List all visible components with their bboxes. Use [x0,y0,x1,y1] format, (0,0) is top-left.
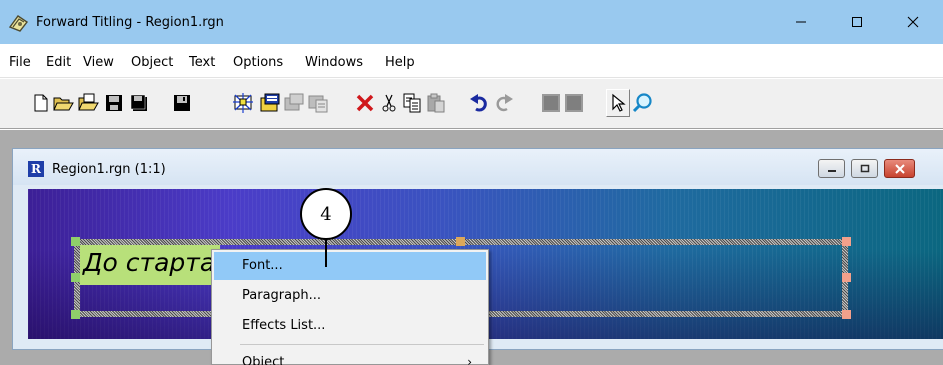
resize-handle-top-left[interactable] [71,237,80,246]
menu-help[interactable]: Help [385,55,415,70]
menu-separator [240,344,484,345]
child-close-button[interactable] [884,159,915,178]
menu-item-label: Effects List... [242,318,326,333]
title-text[interactable]: До старта [83,248,215,277]
save-button[interactable] [103,91,125,115]
child-restore-button[interactable] [851,159,878,178]
pointer-icon [612,93,626,112]
menu-item-object[interactable]: Object › [214,349,486,365]
menu-edit[interactable]: Edit [46,55,71,70]
resize-handle-top-right[interactable] [842,237,851,246]
title-bar[interactable]: Forward Titling - Region1.rgn [0,0,943,44]
menu-item-font[interactable]: Font... [214,252,486,280]
callout-pointer-line [325,240,327,267]
callout-number: 4 [320,203,332,225]
zoom-icon [632,93,652,113]
menu-item-effects-list[interactable]: Effects List... [214,312,486,340]
new-icon [34,94,48,112]
resize-handle-top-mid[interactable] [456,237,465,246]
menu-item-paragraph[interactable]: Paragraph... [214,282,486,310]
open-icon [53,97,74,111]
undo-icon [470,94,487,112]
chevron-right-icon: › [467,355,472,365]
paste-button[interactable] [425,91,447,115]
open-button[interactable] [53,91,75,115]
region-window-titlebar[interactable]: R Region1.rgn (1:1) [13,149,943,185]
restore-icon [860,164,869,172]
minimize-icon [827,169,836,172]
delete-button[interactable] [354,91,376,115]
menu-options[interactable]: Options [233,55,283,70]
close-button[interactable] [890,0,936,44]
menu-object[interactable]: Object [131,55,173,70]
save-floppy-icon [174,95,190,111]
cut-button[interactable] [378,91,400,115]
open-file-icon [78,93,99,111]
close-icon [907,16,919,28]
new-button[interactable] [30,91,52,115]
window-title: Forward Titling - Region1.rgn [36,15,224,30]
save-all-icon [130,94,147,111]
step-callout: 4 [300,188,352,240]
zoom-tool-button[interactable] [632,91,654,115]
child-minimize-button[interactable] [818,159,845,178]
save-icon [106,95,122,111]
copy-button[interactable] [401,91,423,115]
undo-button[interactable] [469,91,491,115]
minimize-button[interactable] [778,0,824,44]
redo-button[interactable] [492,91,514,115]
minimize-icon [796,21,806,23]
import-icon [260,93,280,112]
insert-layer-icon [284,93,304,111]
menu-view[interactable]: View [83,55,114,70]
close-icon [894,163,905,174]
resize-handle-bottom-left[interactable] [71,310,80,319]
resize-handle-mid-left[interactable] [71,273,80,282]
import-button[interactable] [259,91,281,115]
insert-layer-button[interactable] [283,91,305,115]
region-effect-button[interactable] [232,91,254,115]
toolbar [0,79,943,129]
menu-item-label: Paragraph... [242,288,321,303]
layer-right-button[interactable] [563,91,585,115]
menu-text[interactable]: Text [189,55,215,70]
save-all-button[interactable] [128,91,150,115]
maximize-icon [852,17,862,27]
open-file-button[interactable] [78,91,100,115]
menu-file[interactable]: File [9,55,31,70]
region-effect-icon [233,93,253,113]
delete-icon [356,94,374,112]
menu-windows[interactable]: Windows [305,55,363,70]
pointer-tool-button[interactable] [607,91,629,115]
layer-left-icon [542,94,560,112]
resize-handle-mid-right[interactable] [842,273,851,282]
region-window-title: Region1.rgn (1:1) [52,162,166,177]
redo-icon [496,94,513,112]
layer-left-button[interactable] [540,91,562,115]
layer-right-icon [565,94,583,112]
menu-item-label: Object [242,355,285,365]
menu-item-label: Font... [242,258,283,273]
cut-icon [382,94,396,112]
region-file-icon: R [28,161,44,177]
context-menu: Font... Paragraph... Effects List... Obj… [211,249,489,365]
menu-bar: File Edit View Object Text Options Windo… [0,44,943,78]
app-icon [8,15,29,32]
maximize-button[interactable] [834,0,880,44]
insert-text-layer-icon [308,95,328,113]
resize-handle-bottom-right[interactable] [842,310,851,319]
save-floppy-button[interactable] [171,91,193,115]
copy-icon [403,93,421,113]
insert-text-layer-button[interactable] [307,91,329,115]
paste-icon [427,93,445,113]
